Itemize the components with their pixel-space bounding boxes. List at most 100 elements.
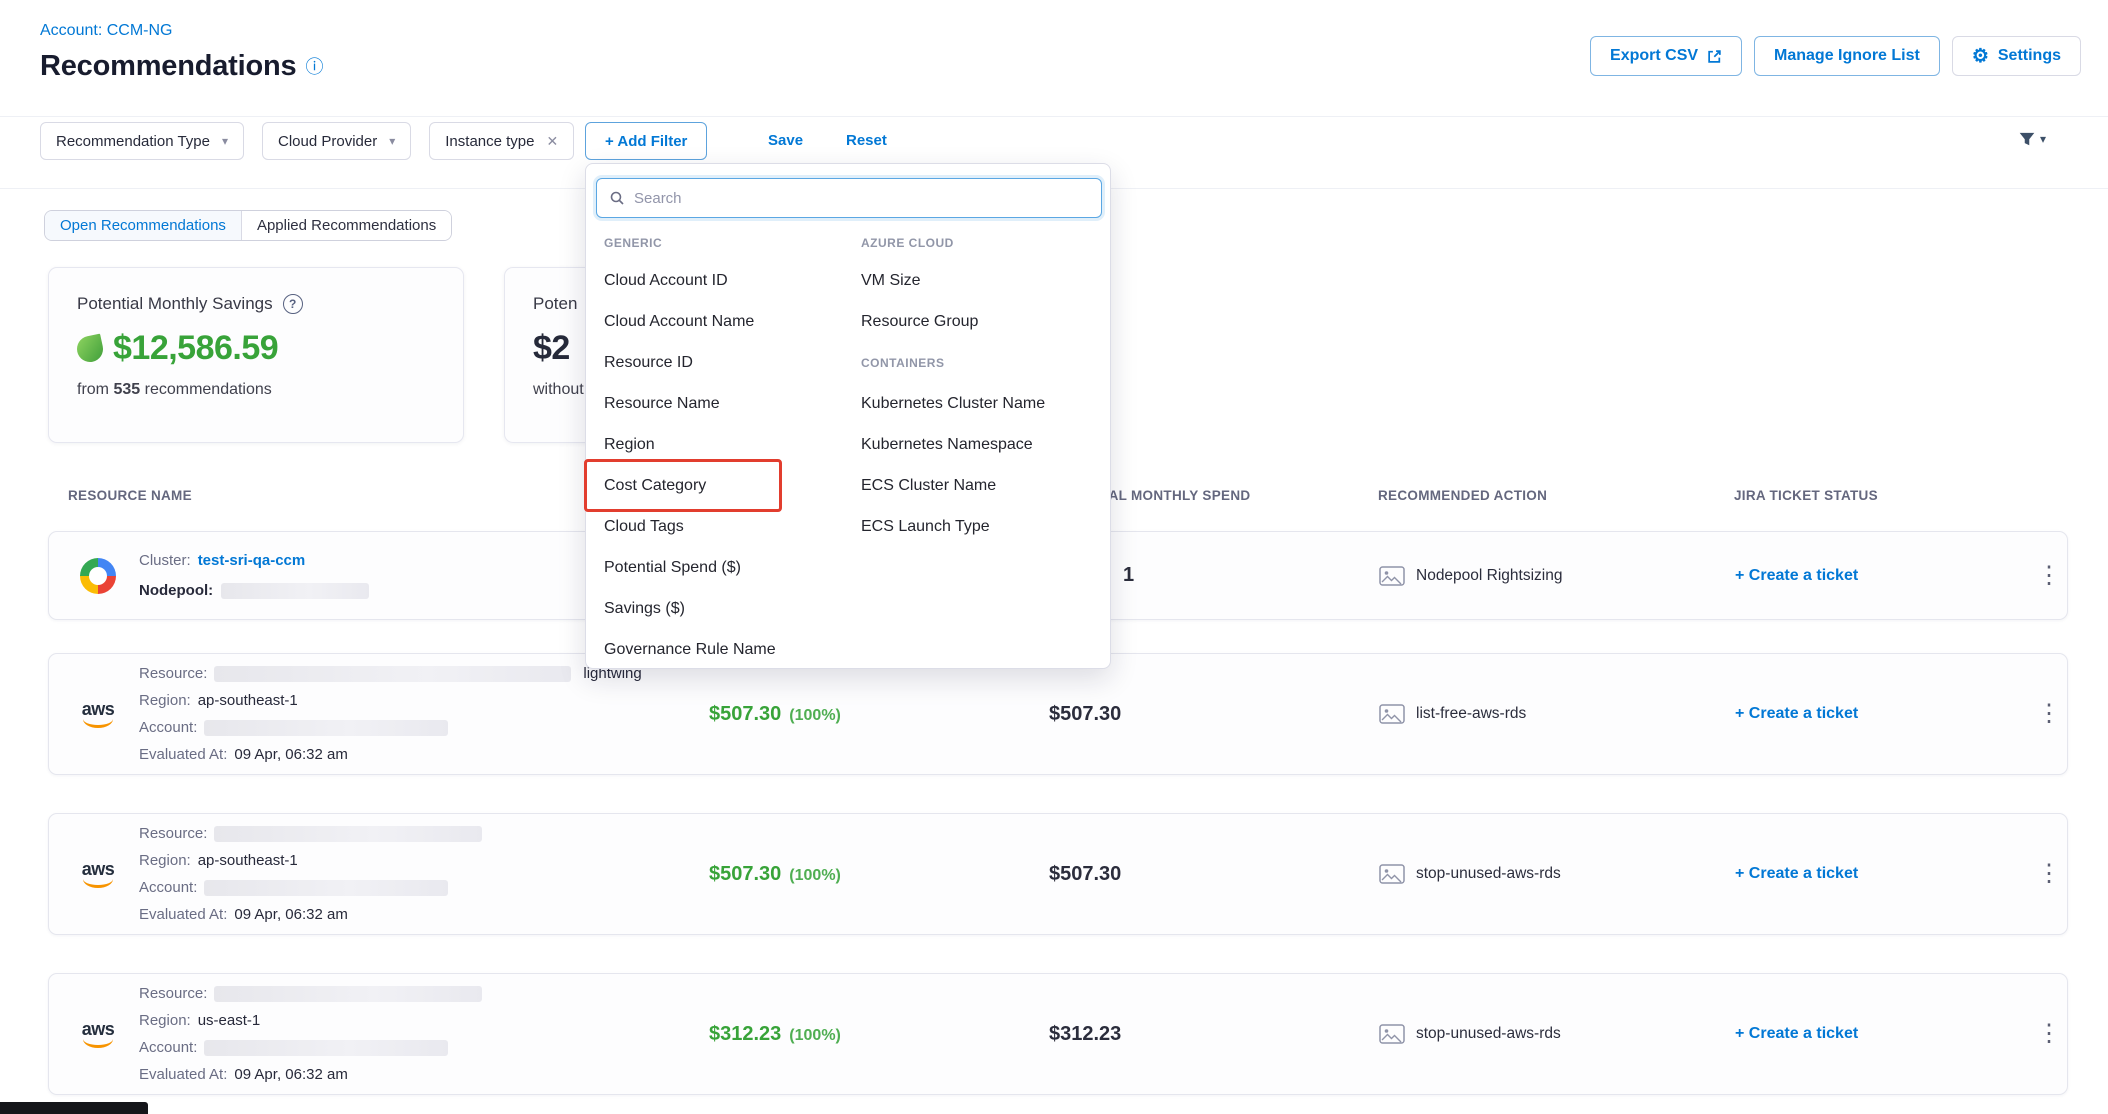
resource-cell: aws Resource: Region: us-east-1 Account: (49, 980, 689, 1088)
create-ticket-button[interactable]: + Create a ticket (1719, 1025, 2029, 1043)
evaluated-label: Evaluated At: (139, 1066, 227, 1083)
reset-filter-link[interactable]: Reset (846, 132, 887, 149)
dropdown-item-kubernetes-cluster-name[interactable]: Kubernetes Cluster Name (861, 383, 1101, 424)
dropdown-item-resource-name[interactable]: Resource Name (604, 383, 861, 424)
dropdown-item-ecs-launch-type[interactable]: ECS Launch Type (861, 506, 1101, 547)
row-menu-icon[interactable]: ⋮ (2029, 702, 2069, 726)
region-value: ap-southeast-1 (198, 692, 298, 709)
row-menu-icon[interactable]: ⋮ (2029, 862, 2069, 886)
row-menu-icon[interactable]: ⋮ (2029, 1022, 2069, 1046)
monthly-spend-cell: $507.30 (1029, 863, 1359, 886)
resource-cell: aws Resource: Region: ap-southeast-1 Acc… (49, 820, 689, 928)
dropdown-item-kubernetes-namespace[interactable]: Kubernetes Namespace (861, 424, 1101, 465)
header-actions: Export CSV Manage Ignore List ⚙ Settings (1590, 36, 2081, 76)
manage-ignore-list-label: Manage Ignore List (1774, 47, 1920, 65)
col-header-jira-ticket-status: JIRA TICKET STATUS (1718, 488, 2028, 503)
section-heading-containers: CONTAINERS (861, 342, 1101, 383)
row-menu-icon[interactable]: ⋮ (2029, 564, 2069, 588)
filter-chip-instance-type[interactable]: Instance type ✕ (429, 122, 574, 160)
savings-value: $507.30 (709, 703, 781, 726)
tab-open-recommendations[interactable]: Open Recommendations (45, 211, 241, 240)
savings-from-line: from 535 recommendations (77, 381, 435, 399)
funnel-icon (2018, 130, 2036, 148)
dropdown-item-resource-group[interactable]: Resource Group (861, 301, 1101, 342)
redacted-resource-value (214, 986, 482, 1002)
filter-panel-toggle[interactable]: ▾ (2018, 130, 2046, 148)
filter-chip-label: Recommendation Type (56, 133, 210, 150)
potential-monthly-savings-card: Potential Monthly Savings ? $12,586.59 f… (48, 267, 464, 443)
savings-value: $507.30 (709, 863, 781, 886)
gcp-cluster-icon (80, 558, 116, 594)
savings-from-prefix: from (77, 381, 109, 398)
resource-label: Resource: (139, 665, 207, 682)
create-ticket-button[interactable]: + Create a ticket (1719, 705, 2029, 723)
dropdown-item-governance-rule-name[interactable]: Governance Rule Name (604, 629, 861, 670)
dropdown-item-potential-spend[interactable]: Potential Spend ($) (604, 547, 861, 588)
settings-label: Settings (1998, 47, 2061, 65)
dropdown-column-generic: GENERIC Cloud Account ID Cloud Account N… (604, 226, 861, 670)
region-label: Region: (139, 852, 191, 869)
filter-search-input[interactable] (634, 190, 1089, 207)
dropdown-item-savings[interactable]: Savings ($) (604, 588, 861, 629)
filter-bar: Recommendation Type ▾ Cloud Provider ▾ I… (0, 122, 2108, 164)
region-label: Region: (139, 1012, 191, 1029)
redacted-account-value (204, 880, 448, 896)
filter-search[interactable] (596, 178, 1102, 218)
evaluated-label: Evaluated At: (139, 746, 227, 763)
evaluated-value: 09 Apr, 06:32 am (234, 906, 347, 923)
recommendation-action-icon (1379, 704, 1405, 724)
cluster-name-link[interactable]: test-sri-qa-ccm (198, 552, 306, 569)
manage-ignore-list-button[interactable]: Manage Ignore List (1754, 36, 1940, 76)
recommendation-action-icon (1379, 1024, 1405, 1044)
dropdown-item-vm-size[interactable]: VM Size (861, 260, 1101, 301)
account-breadcrumb[interactable]: Account: CCM-NG (40, 22, 172, 40)
redacted-account-value (204, 1040, 448, 1056)
savings-percent: (100%) (789, 867, 841, 885)
dropdown-item-ecs-cluster-name[interactable]: ECS Cluster Name (861, 465, 1101, 506)
help-icon[interactable]: ? (283, 294, 303, 314)
monthly-spend-cell: $507.30 (1029, 703, 1359, 726)
recommended-action-cell: Nodepool Rightsizing (1359, 566, 1719, 586)
region-value: us-east-1 (198, 1012, 261, 1029)
aws-logo: aws (82, 1020, 115, 1048)
account-label: Account: (139, 1039, 197, 1056)
monthly-savings-cell: $507.30 (100%) (689, 703, 1029, 726)
aws-smile-icon (83, 879, 113, 888)
savings-leaf-icon (75, 333, 106, 364)
add-filter-button[interactable]: + Add Filter (585, 122, 707, 160)
section-heading-generic: GENERIC (604, 226, 861, 260)
page-title: Recommendations (40, 50, 296, 83)
dropdown-item-cloud-tags[interactable]: Cloud Tags (604, 506, 861, 547)
tab-applied-recommendations[interactable]: Applied Recommendations (241, 211, 451, 240)
savings-percent: (100%) (789, 1027, 841, 1045)
gear-icon: ⚙ (1972, 47, 1989, 66)
recommendation-row-2[interactable]: aws Resource: lightwing Region: ap-south… (48, 653, 2068, 775)
external-link-icon (1707, 49, 1722, 64)
recommendation-row-3[interactable]: aws Resource: Region: ap-southeast-1 Acc… (48, 813, 2068, 935)
savings-value: $312.23 (709, 1023, 781, 1046)
evaluated-value: 09 Apr, 06:32 am (234, 746, 347, 763)
create-ticket-button[interactable]: + Create a ticket (1719, 567, 2029, 585)
recommendation-row-4[interactable]: aws Resource: Region: us-east-1 Account: (48, 973, 2068, 1095)
dropdown-item-resource-id[interactable]: Resource ID (604, 342, 861, 383)
savings-amount: $12,586.59 (113, 329, 278, 368)
chevron-down-icon: ▾ (2040, 132, 2046, 146)
dropdown-item-cloud-account-name[interactable]: Cloud Account Name (604, 301, 861, 342)
filter-chip-cloud-provider[interactable]: Cloud Provider ▾ (262, 122, 411, 160)
settings-button[interactable]: ⚙ Settings (1952, 36, 2081, 76)
remove-filter-icon[interactable]: ✕ (547, 133, 559, 150)
dropdown-item-region[interactable]: Region (604, 424, 861, 465)
create-ticket-button[interactable]: + Create a ticket (1719, 865, 2029, 883)
aws-logo-text: aws (82, 1020, 115, 1038)
info-icon[interactable]: ⓘ (305, 58, 323, 76)
nodepool-label: Nodepool: (139, 582, 213, 599)
dropdown-column-cloud: AZURE CLOUD VM Size Resource Group CONTA… (861, 226, 1101, 670)
account-label: Account: (139, 719, 197, 736)
resource-label: Resource: (139, 985, 207, 1002)
dropdown-item-cost-category[interactable]: Cost Category (604, 465, 861, 506)
export-csv-button[interactable]: Export CSV (1590, 36, 1742, 76)
dropdown-item-cloud-account-id[interactable]: Cloud Account ID (604, 260, 861, 301)
filter-chip-recommendation-type[interactable]: Recommendation Type ▾ (40, 122, 244, 160)
save-filter-link[interactable]: Save (768, 132, 803, 149)
aws-logo-text: aws (82, 860, 115, 878)
